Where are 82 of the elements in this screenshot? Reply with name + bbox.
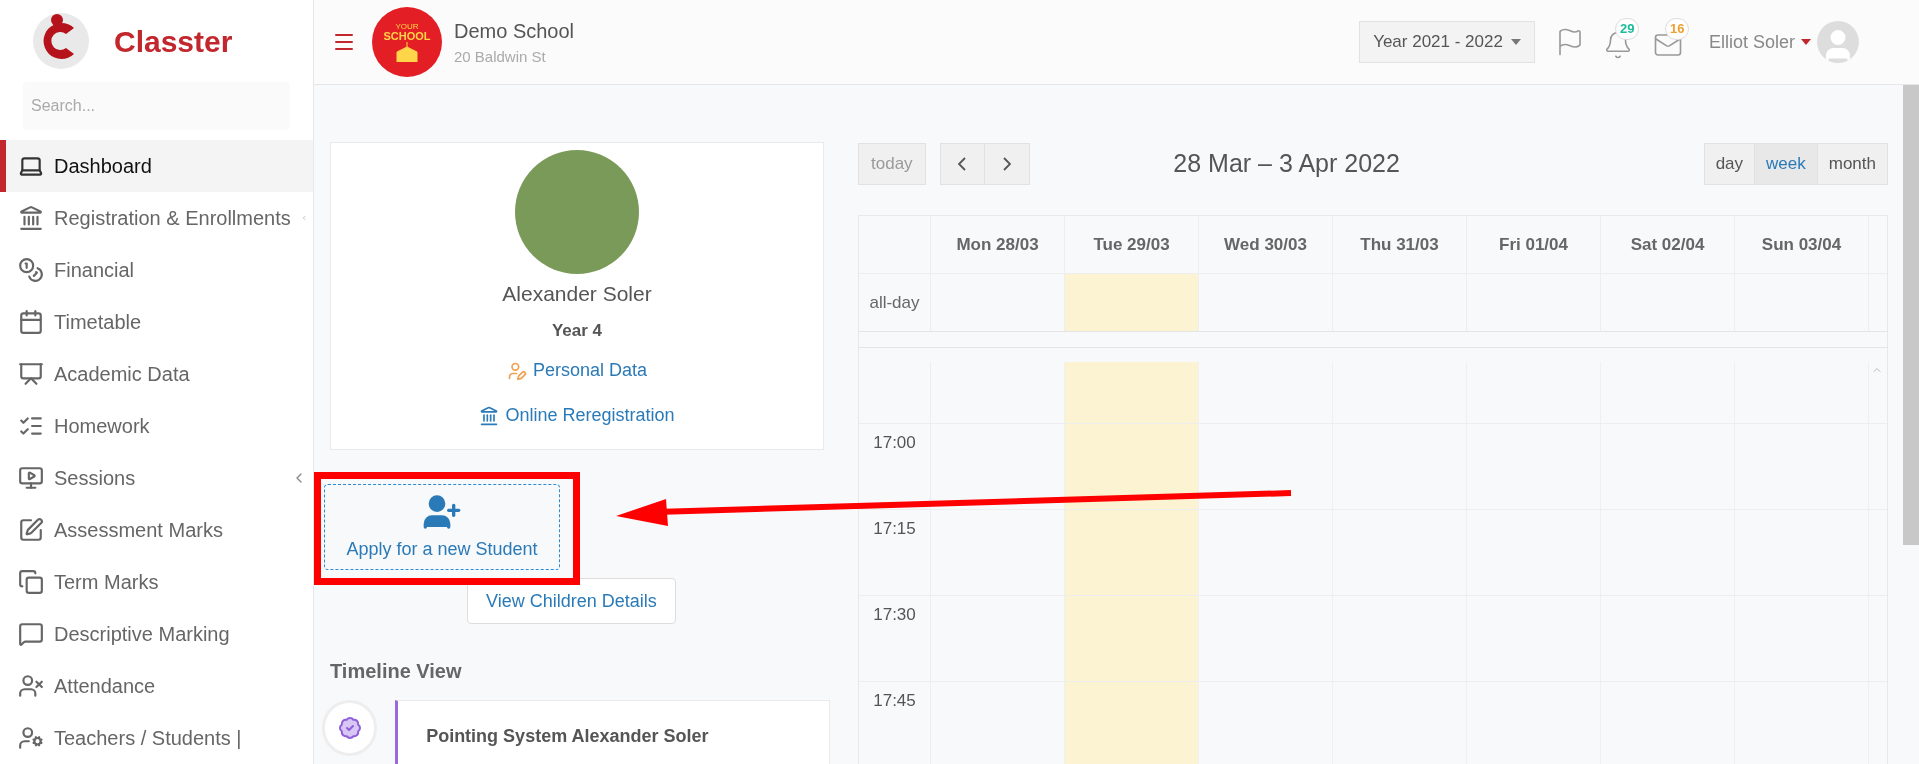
sidebar-label: Teachers / Students |	[54, 726, 243, 751]
apply-button[interactable]: Apply for a new Student	[324, 484, 560, 570]
student-name: Alexander Soler	[502, 281, 652, 307]
time-label: 17:30	[873, 604, 916, 626]
year-dropdown[interactable]: Year 2021 - 2022	[1359, 21, 1535, 63]
sidebar-item[interactable]: Assessment Marks	[0, 504, 313, 556]
view-tab[interactable]: week	[1755, 143, 1818, 185]
sidebar-label: Assessment Marks	[54, 518, 224, 543]
student-grade: Year 4	[551, 319, 603, 342]
coins-icon	[18, 257, 44, 283]
calendar-icon	[18, 309, 44, 335]
profile-link[interactable]: Online Reregistration	[479, 402, 675, 429]
edit-icon	[18, 517, 44, 543]
logo-text: YOUR	[395, 22, 419, 31]
caret-icon	[1510, 39, 1521, 45]
sidebar-label: Financial	[54, 258, 136, 283]
day-header: Sun 03/04	[1735, 216, 1869, 273]
sidebar-item[interactable]: Dashboard	[0, 140, 313, 192]
user-x-icon	[18, 673, 44, 699]
view-tab[interactable]: month	[1817, 143, 1888, 185]
user-gear-icon	[18, 725, 44, 751]
sidebar-item[interactable]: Homework	[0, 400, 313, 452]
sidebar-label: Sessions	[54, 466, 137, 491]
person-edit-icon	[506, 360, 527, 381]
day-header: Sat 02/04	[1601, 216, 1735, 273]
brand-name: Classter	[114, 23, 233, 60]
logo-text: SCHOOL	[383, 30, 431, 42]
presenter-icon	[18, 465, 44, 491]
caret-icon	[1801, 39, 1811, 45]
sidebar-item[interactable]: Financial	[0, 244, 313, 296]
sidebar-item[interactable]: Term Marks	[0, 556, 313, 608]
user-name[interactable]: Elliot Soler	[1708, 28, 1795, 56]
time-slot[interactable]	[1065, 424, 1199, 509]
next-button[interactable]	[984, 143, 1030, 185]
user-avatar[interactable]	[1817, 21, 1859, 63]
all-day-cell[interactable]	[1065, 274, 1199, 331]
calendar-title: 28 Mar – 3 Apr 2022	[1172, 148, 1401, 180]
sidebar-item[interactable]: Registration & Enrollments	[0, 192, 313, 244]
time-label: 17:45	[873, 690, 916, 712]
chevron-left-icon	[958, 157, 967, 171]
chevron-right-icon	[1002, 157, 1011, 171]
bank-icon	[479, 405, 500, 426]
sidebar-item[interactable]: Academic Data	[0, 348, 313, 400]
profile-link[interactable]: Personal Data	[506, 357, 648, 384]
count-badge: 29	[1614, 18, 1640, 40]
day-header: Thu 31/03	[1333, 216, 1467, 273]
sidebar-label: Registration & Enrollments	[54, 206, 291, 231]
comment-icon	[18, 621, 44, 647]
sidebar-label: Dashboard	[54, 154, 153, 179]
search-field[interactable]: Search...	[23, 82, 290, 130]
section-title: Timeline View	[330, 659, 463, 684]
copy-icon	[18, 569, 44, 595]
sidebar-label: Term Marks	[54, 570, 160, 595]
sidebar-item[interactable]: Teachers / Students |	[0, 712, 313, 764]
sidebar-item[interactable]: Descriptive Marking	[0, 608, 313, 660]
school-name: Demo School	[454, 18, 575, 44]
day-header: Wed 30/03	[1199, 216, 1333, 273]
scrollbar[interactable]	[1903, 85, 1919, 545]
sidebar-label: Attendance	[54, 674, 157, 699]
sidebar-item[interactable]: Sessions	[0, 452, 313, 504]
previous-button[interactable]	[939, 143, 985, 185]
day-header: Tue 29/03	[1065, 216, 1199, 273]
logo-icon	[30, 10, 92, 72]
bank-icon	[18, 205, 44, 231]
view-tab[interactable]: day	[1703, 143, 1756, 185]
view-children-button[interactable]: View Children Details	[467, 578, 676, 624]
presentation-icon	[18, 361, 44, 387]
timeline-title: Pointing System Alexander Soler	[426, 726, 709, 746]
school-address: 20 Baldwin St	[454, 46, 547, 67]
school-building-icon	[395, 41, 419, 62]
time-label: 17:15	[873, 518, 916, 540]
sidebar-item[interactable]: Attendance	[0, 660, 313, 712]
badge-check-icon	[337, 716, 362, 740]
sidebar-label: Timetable	[54, 310, 143, 335]
count-badge: 16	[1664, 18, 1690, 40]
day-header: Fri 01/04	[1467, 216, 1601, 273]
sidebar-label: Academic Data	[54, 362, 191, 387]
sidebar-label: Descriptive Marking	[54, 622, 231, 647]
sidebar-label: Homework	[54, 414, 151, 439]
sidebar-item[interactable]: Timetable	[0, 296, 313, 348]
day-header: Mon 28/03	[931, 216, 1065, 273]
time-label: 17:00	[873, 432, 916, 454]
